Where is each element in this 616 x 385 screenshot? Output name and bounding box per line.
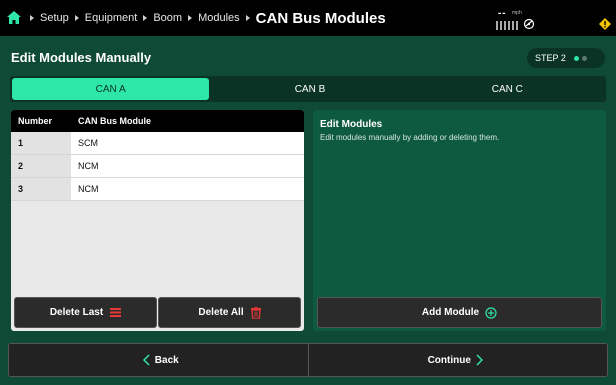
step-label: STEP 2 (535, 53, 566, 63)
breadcrumb-equipment[interactable]: Equipment (85, 12, 138, 24)
plus-circle-icon (485, 306, 497, 319)
module-table-panel: Number CAN Bus Module 1 SCM 2 NCM 3 NCM … (11, 110, 304, 331)
chevron-right-icon (476, 354, 483, 366)
home-icon[interactable] (7, 11, 21, 24)
breadcrumb-separator-icon (245, 15, 250, 21)
delete-all-label: Delete All (198, 307, 244, 318)
continue-label: Continue (427, 354, 471, 366)
step-indicator: STEP 2 (527, 48, 605, 68)
table-row[interactable]: 3 NCM (11, 178, 304, 201)
delete-all-button[interactable]: Delete All (158, 297, 301, 328)
signal-bars-icon (496, 21, 518, 30)
row-module: NCM (71, 178, 304, 200)
row-module: NCM (71, 155, 304, 177)
breadcrumb-boom[interactable]: Boom (153, 12, 182, 24)
breadcrumb-separator-icon (74, 15, 79, 21)
breadcrumb-separator-icon (30, 15, 34, 21)
row-number: 1 (11, 132, 71, 154)
back-label: Back (154, 354, 179, 366)
edit-modules-title: Edit Modules (320, 119, 383, 130)
breadcrumb-modules[interactable]: Modules (198, 12, 240, 24)
edit-modules-description: Edit modules manually by adding or delet… (320, 133, 500, 142)
delete-last-button[interactable]: Delete Last (14, 297, 157, 328)
breadcrumb-separator-icon (188, 15, 193, 21)
continue-button[interactable]: Continue (307, 344, 608, 376)
speed-unit: mph (512, 10, 522, 16)
list-delete-icon (110, 308, 122, 317)
can-tabs: CAN A CAN B CAN C (10, 76, 606, 102)
chevron-left-icon (142, 354, 150, 366)
add-module-label: Add Module (421, 307, 480, 318)
table-row[interactable]: 1 SCM (11, 132, 304, 155)
edit-modules-panel: Edit Modules Edit modules manually by ad… (313, 110, 606, 331)
delete-last-label: Delete Last (49, 307, 104, 318)
delete-button-row: Delete Last Delete All (14, 297, 301, 328)
tab-can-c[interactable]: CAN C (409, 76, 606, 102)
trash-icon (250, 306, 261, 319)
row-number: 3 (11, 178, 71, 200)
breadcrumb: Setup Equipment Boom Modules CAN Bus Mod… (24, 0, 386, 36)
status-area: - - mph (496, 5, 556, 33)
tab-can-b[interactable]: CAN B (211, 76, 408, 102)
page-title: Edit Modules Manually (11, 50, 152, 65)
row-module: SCM (71, 132, 304, 154)
step-dots-icon (573, 55, 587, 61)
breadcrumb-setup[interactable]: Setup (40, 12, 69, 24)
footer-nav: Back Continue (8, 343, 608, 377)
column-header-number: Number (18, 116, 53, 126)
top-bar: Setup Equipment Boom Modules CAN Bus Mod… (0, 0, 616, 36)
warning-icon[interactable] (599, 18, 611, 30)
row-number: 2 (11, 155, 71, 177)
column-header-module: CAN Bus Module (78, 116, 151, 126)
table-header: Number CAN Bus Module (11, 110, 304, 132)
add-module-button[interactable]: Add Module (317, 297, 602, 328)
gps-icon (523, 18, 535, 30)
speed-value: - - (498, 8, 506, 19)
page-heading: CAN Bus Modules (255, 9, 386, 27)
back-button[interactable]: Back (9, 344, 308, 376)
table-row[interactable]: 2 NCM (11, 155, 304, 178)
tab-can-a[interactable]: CAN A (12, 78, 210, 100)
breadcrumb-separator-icon (143, 15, 148, 21)
